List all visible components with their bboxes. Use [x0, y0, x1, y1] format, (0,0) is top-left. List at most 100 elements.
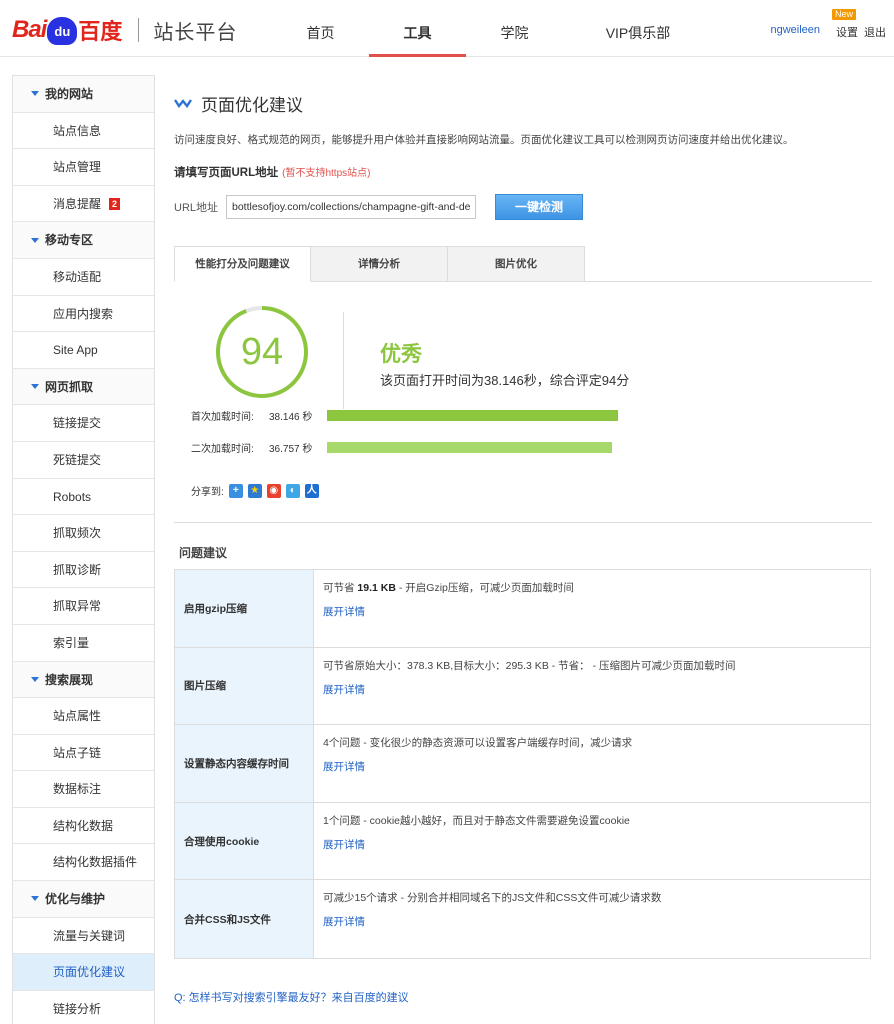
- sidebar-item[interactable]: Robots: [13, 478, 154, 516]
- expand-details-link[interactable]: 展开详情: [323, 837, 630, 852]
- sidebar-item[interactable]: 死链提交: [13, 441, 154, 479]
- issues-table: 启用gzip压缩 可节省 19.1 KB - 开启Gzip压缩，可减少页面加载时间…: [174, 569, 871, 959]
- sidebar-item[interactable]: 页面优化建议: [13, 954, 154, 991]
- issue-saving: 19.1 KB: [357, 582, 396, 594]
- sidebar-label: 站点信息: [53, 123, 102, 138]
- sidebar-item[interactable]: 结构化数据: [13, 807, 154, 845]
- issue-text: 可节省: [323, 582, 358, 594]
- issue-row: 启用gzip压缩 可节省 19.1 KB - 开启Gzip压缩，可减少页面加载时间…: [175, 570, 870, 648]
- caret-down-icon: [31, 237, 39, 243]
- expand-details-link[interactable]: 展开详情: [323, 604, 574, 619]
- share-qzone-icon[interactable]: ★: [247, 483, 262, 498]
- url-form: URL地址 一键检测: [174, 194, 872, 220]
- expand-details-link[interactable]: 展开详情: [323, 914, 661, 929]
- sidebar-item[interactable]: 抓取诊断: [13, 551, 154, 589]
- message-count-badge: 2: [109, 197, 121, 210]
- score-panel: 94 优秀 该页面打开时间为38.146秒，综合评定94分 首次加载时间: 38…: [174, 282, 872, 523]
- sidebar-label: 抓取频次: [53, 526, 102, 541]
- sidebar-item[interactable]: 抓取频次: [13, 515, 154, 552]
- issue-summary: 可节省原始大小：378.3 KB,目标大小：295.3 KB - 节省： - 压…: [323, 658, 735, 673]
- nav-vip-club[interactable]: VIP俱乐部: [563, 0, 713, 57]
- sidebar-item[interactable]: 站点属性: [13, 698, 154, 735]
- url-input[interactable]: [226, 195, 476, 219]
- sidebar-label: 页面优化建议: [53, 965, 126, 980]
- sidebar-item[interactable]: 移动适配: [13, 258, 154, 296]
- sidebar-item[interactable]: 索引量: [13, 624, 154, 662]
- sidebar-item[interactable]: 应用内搜索: [13, 295, 154, 333]
- first-load-row: 首次加载时间: 38.146 秒: [191, 408, 618, 423]
- sidebar-label: 死链提交: [53, 452, 102, 467]
- share-weibo-icon[interactable]: ◉: [266, 483, 281, 498]
- sidebar-label: 网页抓取: [45, 379, 94, 394]
- sidebar-item[interactable]: 站点子链: [13, 734, 154, 772]
- chart-wave-icon: [174, 99, 192, 108]
- page-description: 访问速度良好、格式规范的网页，能够提升用户体验并直接影响网站流量。页面优化建议工…: [174, 134, 794, 146]
- nav-tools[interactable]: 工具: [369, 0, 466, 57]
- share-tencent-weibo-icon[interactable]: ◐: [285, 483, 300, 498]
- sidebar-label: 移动专区: [45, 233, 94, 248]
- share-row: 分享到: + ★ ◉ ◐ 人: [191, 483, 319, 498]
- sidebar-label: 流量与关键词: [53, 928, 126, 943]
- first-load-bar: [327, 410, 618, 421]
- sidebar-group[interactable]: 我的网站: [13, 76, 154, 113]
- page-title-row: 页面优化建议: [174, 88, 872, 118]
- sidebar-item[interactable]: 链接分析: [13, 990, 154, 1024]
- sidebar-label: Robots: [53, 489, 92, 504]
- issue-body: 可节省原始大小：378.3 KB,目标大小：295.3 KB - 节省： - 压…: [314, 648, 735, 725]
- second-load-value: 36.757 秒: [269, 444, 313, 455]
- logo-text-bai: Bai: [12, 16, 47, 43]
- baidu-logo[interactable]: Bai du 百度 站长平台: [12, 14, 237, 46]
- sidebar-item[interactable]: 抓取异常: [13, 588, 154, 625]
- settings-link[interactable]: New 设置: [832, 9, 858, 40]
- https-warning: (暂不支持https站点): [282, 168, 371, 179]
- main-content: 页面优化建议 访问速度良好、格式规范的网页，能够提升用户体验并直接影响网站流量。…: [174, 88, 872, 1005]
- grade-label: 优秀: [380, 343, 422, 366]
- share-label: 分享到:: [191, 487, 224, 498]
- sidebar-item[interactable]: 结构化数据插件: [13, 844, 154, 882]
- sidebar-item[interactable]: Site App: [13, 332, 154, 369]
- sidebar-item[interactable]: 链接提交: [13, 405, 154, 442]
- issue-text: 可节省原始大小：378.3 KB,目标大小：295.3 KB - 节省： - 压…: [323, 659, 736, 672]
- nav-home[interactable]: 首页: [272, 0, 369, 57]
- check-button[interactable]: 一键检测: [495, 194, 583, 220]
- sidebar-label: 链接分析: [53, 1001, 102, 1016]
- sidebar-label: 优化与维护: [45, 892, 106, 907]
- sidebar-label: 站点属性: [53, 709, 102, 724]
- caret-down-icon: [31, 91, 39, 97]
- nav-academy[interactable]: 学院: [466, 0, 563, 57]
- result-tabs: 性能打分及问题建议 详情分析 图片优化: [174, 246, 872, 282]
- issue-name: 合理使用cookie: [175, 802, 314, 880]
- share-renren-icon[interactable]: 人: [304, 483, 319, 498]
- sidebar-item[interactable]: 流量与关键词: [13, 917, 154, 955]
- sidebar-label: 我的网站: [45, 87, 94, 101]
- issue-row: 图片压缩 可节省原始大小：378.3 KB,目标大小：295.3 KB - 节省：…: [175, 647, 870, 726]
- sidebar-item[interactable]: 站点信息: [13, 112, 154, 150]
- score-number: 94: [240, 331, 284, 373]
- sidebar-label: 搜索展现: [45, 672, 94, 687]
- sidebar-group[interactable]: 移动专区: [13, 222, 154, 259]
- issue-text: 1个问题 - cookie越小越好，而且对于静态文件需要避免设置cookie: [323, 814, 630, 827]
- sidebar-item[interactable]: 数据标注: [13, 771, 154, 808]
- new-badge: New: [832, 9, 857, 20]
- caret-down-icon: [31, 384, 39, 390]
- tab-score-suggestions[interactable]: 性能打分及问题建议: [174, 246, 311, 282]
- sidebar-group[interactable]: 搜索展现: [13, 661, 154, 699]
- faq-link[interactable]: Q: 怎样书写对搜索引擎最友好？来自百度的建议: [174, 989, 872, 1005]
- sidebar-group[interactable]: 优化与维护: [13, 881, 154, 918]
- expand-details-link[interactable]: 展开详情: [323, 759, 632, 774]
- settings-label: 设置: [836, 27, 858, 39]
- tab-image-optimization[interactable]: 图片优化: [448, 246, 585, 282]
- expand-details-link[interactable]: 展开详情: [323, 682, 735, 697]
- sidebar-item[interactable]: 消息提醒 2: [13, 185, 154, 223]
- top-header: Bai du 百度 站长平台 首页 工具 学院 VIP俱乐部 ngweileen…: [0, 0, 894, 57]
- sidebar-label: 移动适配: [53, 269, 102, 284]
- logo-paw-icon: du: [47, 17, 78, 45]
- username-link[interactable]: ngweileen: [770, 24, 820, 40]
- share-more-icon[interactable]: +: [228, 483, 243, 498]
- logout-link[interactable]: 退出: [864, 24, 886, 40]
- tab-detail-analysis[interactable]: 详情分析: [311, 246, 448, 282]
- sidebar-group[interactable]: 网页抓取: [13, 368, 154, 406]
- score-divider: [343, 312, 344, 409]
- sidebar-item[interactable]: 站点管理: [13, 149, 154, 186]
- issue-body: 4个问题 - 变化很少的静态资源可以设置客户端缓存时间，减少请求 展开详情: [314, 725, 632, 802]
